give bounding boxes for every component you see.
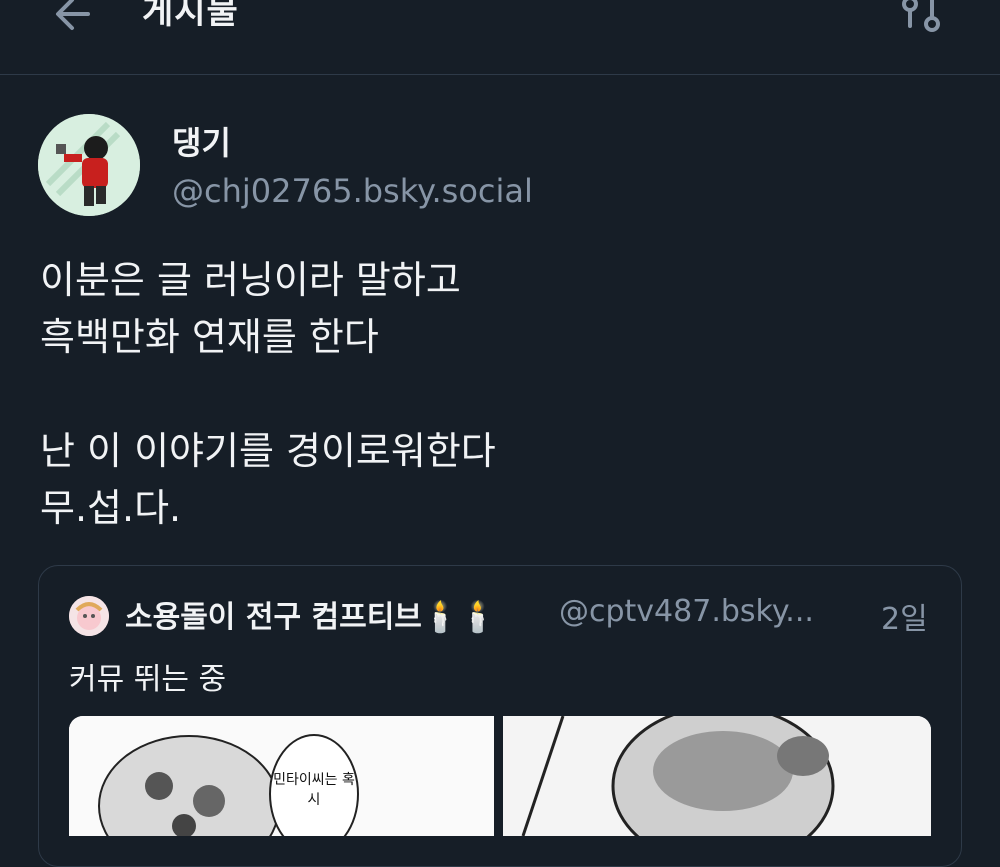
quoted-text: 커뮤 뛰는 중 — [69, 662, 227, 697]
quoted-timestamp: 2일 — [881, 602, 928, 637]
quoted-author-handle[interactable]: @cptv487.bsky... — [559, 594, 814, 629]
quoted-images: 민타이씨는 혹시 — [69, 716, 931, 836]
post-line: 이분은 글 러닝이라 말하고 — [40, 258, 461, 302]
manga-panel-drawing-2 — [503, 716, 931, 836]
quoted-author-avatar[interactable] — [69, 596, 109, 636]
post-line: 흑백만화 연재를 한다 — [40, 315, 379, 359]
top-bar: 게시물 — [0, 0, 1000, 75]
quoted-image-1[interactable]: 민타이씨는 혹시 — [69, 716, 494, 836]
thread-view-button[interactable] — [896, 0, 948, 38]
post-line: 무.섭.다. — [40, 486, 182, 530]
back-button[interactable] — [48, 0, 100, 40]
page-title: 게시물 — [142, 0, 239, 32]
author-display-name[interactable]: 댕기 — [172, 118, 231, 164]
post-line — [40, 366, 960, 423]
author-avatar[interactable] — [38, 114, 140, 216]
author-handle[interactable]: @chj02765.bsky.social — [172, 172, 533, 210]
quoted-post[interactable]: 소용돌이 전구 컴프티브🕯️🕯️ @cptv487.bsky... 2일 커뮤 … — [38, 565, 962, 867]
post-line: 난 이 이야기를 경이로워한다 — [40, 429, 496, 473]
arrow-left-icon — [56, 0, 90, 30]
quoted-avatar-image — [69, 596, 109, 636]
quoted-image-2[interactable] — [503, 716, 931, 836]
thread-view-icon — [902, 0, 940, 32]
post-body: 이분은 글 러닝이라 말하고 흑백만화 연재를 한다 난 이 이야기를 경이로워… — [40, 252, 960, 537]
quoted-author-name[interactable]: 소용돌이 전구 컴프티브🕯️🕯️ — [125, 592, 497, 636]
avatar-image — [38, 114, 140, 216]
